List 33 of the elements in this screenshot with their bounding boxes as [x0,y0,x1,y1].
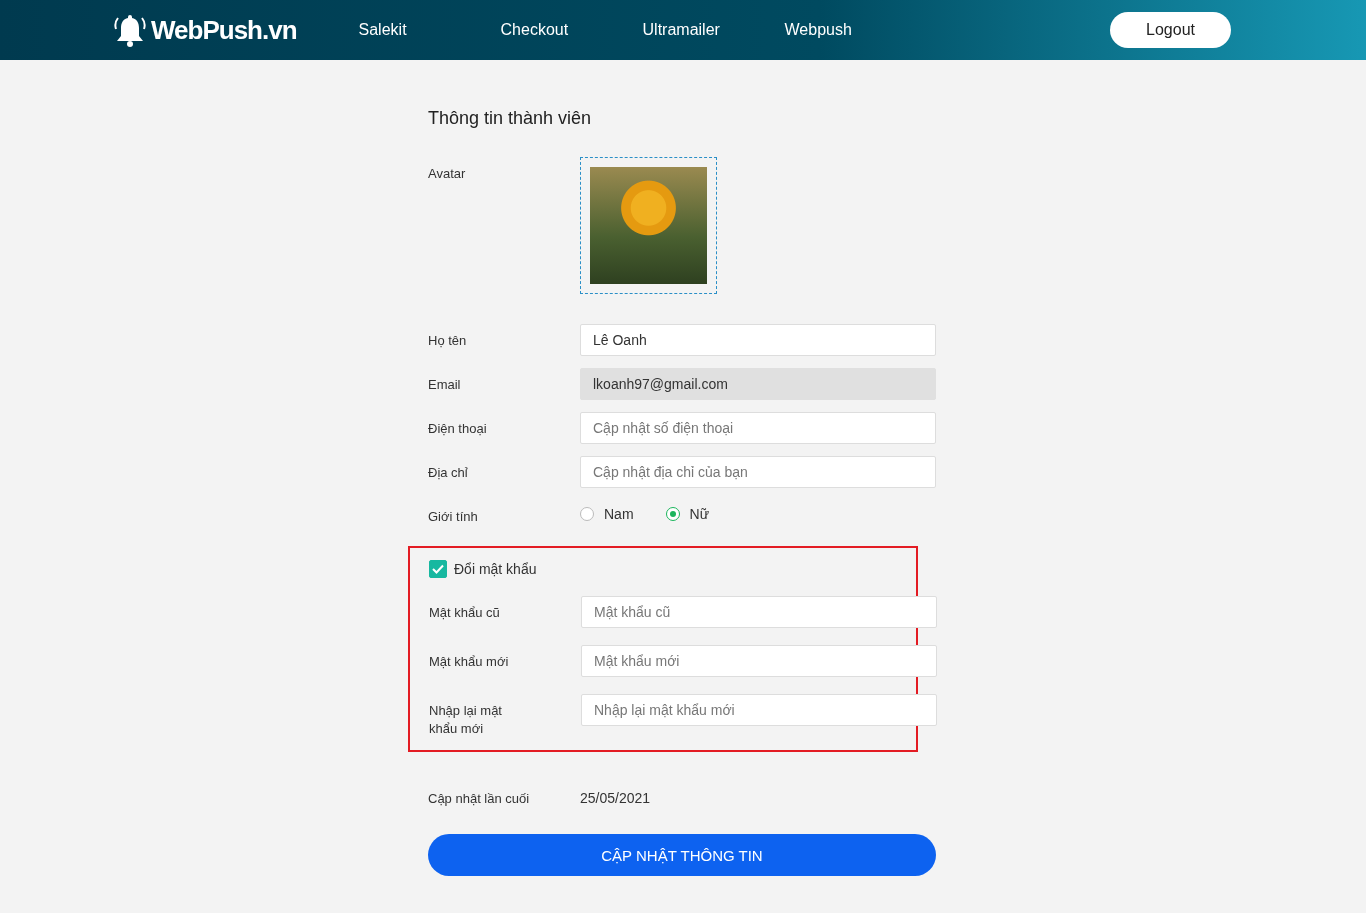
nav-link[interactable]: Salekit [358,21,501,39]
field-label: Họ tên [428,332,468,350]
input-field[interactable]: Mật khẩu cũ [581,596,937,628]
input-field[interactable]: Cập nhật địa chỉ của bạn [580,456,936,488]
input-field[interactable]: Mật khẩu mới [581,645,937,677]
input-field[interactable]: Lê Oanh [580,324,936,356]
input-field[interactable]: Nhập lại mật khẩu mới [581,694,937,726]
bell-icon [113,12,147,48]
field-label: Giới tính [428,508,479,526]
last-updated-date: 25/05/2021 [580,789,652,806]
field-label: Nhập lại mật khẩu mới [429,702,503,738]
section-title: Thông tin thành viên [428,108,593,129]
nav-link[interactable]: Webpush [784,21,927,39]
nav-link[interactable]: Ultramailer [642,21,785,39]
field-label: Mật khẩu mới [429,653,510,671]
input-field[interactable]: Cập nhật số điện thoại [580,412,936,444]
radio-button[interactable] [580,507,594,521]
checkbox-label: Đổi mật khẩu [454,561,537,577]
radio-label: Nam [604,506,634,522]
field-label: Avatar [428,165,467,183]
field-label: Email [428,376,462,394]
field-label: Điện thoại [428,420,488,438]
avatar-frame[interactable] [580,157,717,294]
update-button[interactable]: CẬP NHẬT THÔNG TIN [428,834,936,876]
field-label: Mật khẩu cũ [429,604,501,622]
radio-button[interactable] [665,507,680,521]
logout-button[interactable]: Logout [1110,12,1231,48]
nav-link[interactable]: Checkout [500,21,643,39]
checkbox[interactable] [429,560,447,578]
logo-text: WebPush.vn [151,14,297,46]
field-label: Cập nhật lần cuối [428,790,531,808]
field-label: Địa chỉ [428,464,469,482]
radio-label: Nữ [689,506,710,522]
